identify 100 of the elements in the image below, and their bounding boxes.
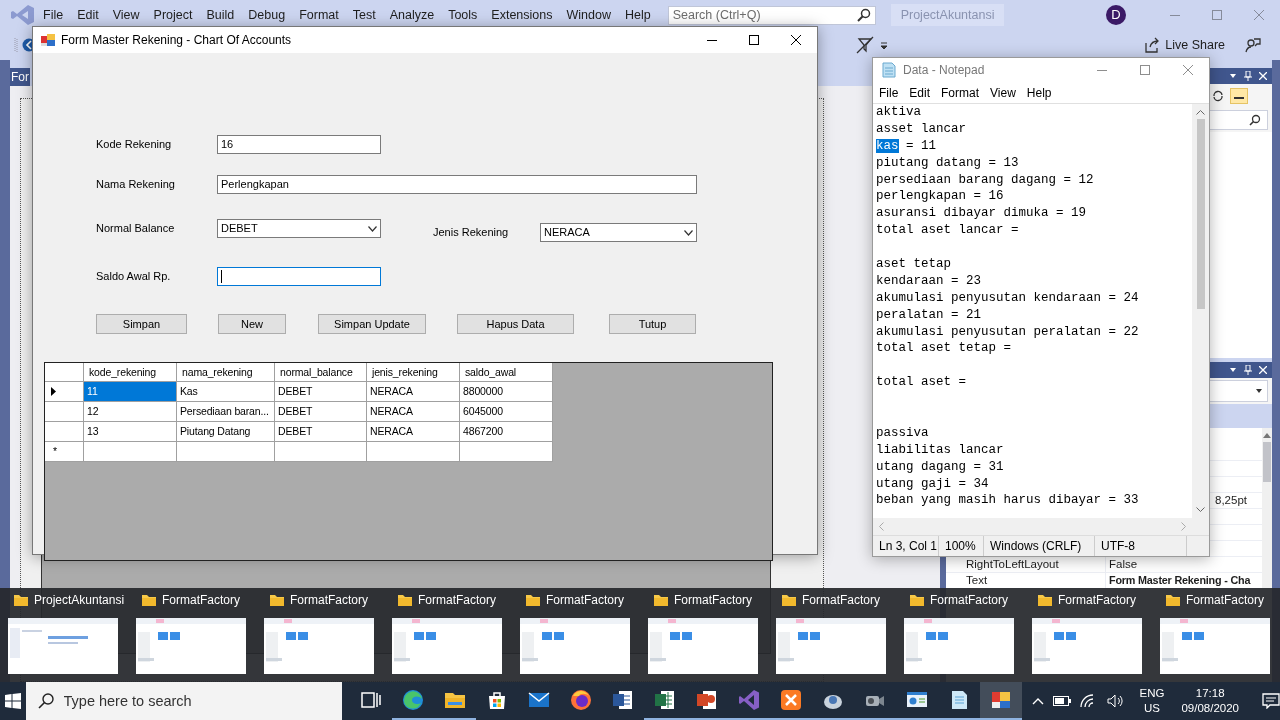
menu-item[interactable]: Window [559, 5, 618, 25]
clock-date[interactable]: 09/08/2020 [1181, 701, 1239, 716]
scroll-down-icon [1196, 507, 1205, 512]
volume-icon[interactable] [1106, 694, 1125, 708]
column-header[interactable]: saldo_awal [460, 363, 553, 382]
window-thumbnail[interactable] [776, 618, 886, 674]
text-editor[interactable]: aktiva asset lancar kas = 11 piutang datang = 13 persediaan barang dagang = 12 perlengkapan = 16 asuransi dibayar dimuka = 19 total aset lancar = aset tetap kendaraan = 23 akumulasi penyusutan kendaraan = 24 peralatan = 21 akumulasi penyusutan peralatan = 22 total aset tetap = total aset = passiva liabilitas lancar utang dagang = 31 utang gaji = 34 beban yang masih harus dibayar = 33 [873, 104, 1192, 518]
toolbar-toggle[interactable] [1230, 88, 1248, 104]
window-label[interactable]: FormatFactory [546, 593, 624, 607]
menu-item[interactable]: Edit [909, 85, 939, 100]
table-cell[interactable] [275, 442, 367, 462]
window-thumbnail[interactable] [648, 618, 758, 674]
menu-item[interactable]: Edit [70, 5, 106, 25]
menu-item[interactable]: Build [199, 5, 242, 25]
battery-icon[interactable] [1052, 696, 1071, 706]
folder-icon [1038, 593, 1052, 607]
horizontal-scrollbar[interactable] [873, 518, 1192, 535]
taskbar-button[interactable] [979, 682, 1022, 720]
window-thumbnail[interactable] [1160, 618, 1270, 674]
window-label[interactable]: FormatFactory [674, 593, 752, 607]
column-header[interactable]: nama_rekening [177, 363, 275, 382]
overflow-icon[interactable] [880, 41, 888, 49]
window-thumbnail[interactable] [520, 618, 630, 674]
table-cell[interactable] [84, 442, 177, 462]
folder-icon [270, 593, 284, 607]
property-value[interactable]: 8,25pt [1215, 494, 1247, 508]
window-thumbnail[interactable] [136, 618, 246, 674]
window-label[interactable]: FormatFactory [290, 593, 368, 607]
window-thumbnail[interactable] [264, 618, 374, 674]
folder-icon [398, 593, 412, 607]
menu-item[interactable]: Tools [441, 5, 485, 25]
window-thumbnail[interactable] [8, 618, 118, 674]
vertical-scrollbar[interactable] [1192, 104, 1209, 518]
window-label[interactable]: FormatFactory [418, 593, 496, 607]
feedback-icon[interactable] [1245, 37, 1261, 53]
folder-icon [910, 593, 924, 607]
menu-item[interactable]: View [990, 85, 1024, 100]
window-label[interactable]: ProjectAkuntansi [34, 593, 125, 607]
form-button[interactable]: Simpan [96, 314, 187, 334]
dropdown-icon[interactable] [1255, 387, 1263, 395]
form-button[interactable]: New [218, 314, 286, 334]
menu-item[interactable]: Analyze [382, 5, 442, 25]
document-icon [610, 688, 635, 712]
table-cell[interactable] [177, 442, 275, 462]
account-avatar[interactable]: D [1106, 5, 1126, 25]
window-title: Form Master Rekening - Chart Of Accounts [61, 33, 293, 47]
column-header[interactable]: jenis_rekening [367, 363, 460, 382]
menu-item[interactable]: Help [617, 5, 658, 25]
window-label[interactable]: FormatFactory [1058, 593, 1136, 607]
search-field[interactable]: Type here to search [25, 682, 342, 720]
menu-item[interactable]: File [879, 85, 907, 100]
dropdown-field[interactable]: DEBET [217, 219, 381, 238]
maximize-icon[interactable] [749, 35, 759, 45]
menu-item[interactable]: Project [146, 5, 200, 25]
window-thumbnail[interactable] [904, 618, 1014, 674]
dropdown-field[interactable]: NERACA [540, 223, 697, 242]
live-share-button[interactable]: Live Share [1144, 37, 1225, 53]
window-thumbnail[interactable] [1032, 618, 1142, 674]
menu-item[interactable]: Format [941, 85, 988, 100]
chevron-up-icon[interactable] [1031, 697, 1044, 705]
region-code[interactable]: US [1144, 701, 1160, 716]
text-field[interactable]: 16 [217, 135, 381, 154]
filter-icon[interactable] [856, 36, 874, 54]
menu-item[interactable]: Extensions [484, 5, 560, 25]
text-field[interactable]: Perlengkapan [217, 175, 697, 194]
column-header[interactable]: normal_balance [275, 363, 367, 382]
document-tab[interactable]: For [10, 68, 30, 86]
scrollbar-thumb[interactable] [1196, 119, 1205, 309]
menu-item[interactable]: View [105, 5, 147, 25]
close-icon[interactable] [791, 35, 801, 45]
search-field[interactable]: Search (Ctrl+Q) [667, 5, 876, 25]
form-button[interactable]: Simpan Update [318, 314, 426, 334]
table-cell[interactable] [460, 442, 553, 462]
sync-icon[interactable] [1212, 90, 1224, 102]
window-label[interactable]: FormatFactory [802, 593, 880, 607]
table-cell[interactable] [367, 442, 460, 462]
menu-item[interactable]: File [36, 5, 71, 25]
window-label[interactable]: FormatFactory [1186, 593, 1264, 607]
notification-icon[interactable] [1262, 693, 1280, 709]
menu-item[interactable]: Format [292, 5, 346, 25]
property-value[interactable]: False [1109, 558, 1138, 572]
window-label[interactable]: FormatFactory [162, 593, 240, 607]
window-label[interactable]: FormatFactory [930, 593, 1008, 607]
form-button[interactable]: Tutup [609, 314, 696, 334]
language-code[interactable]: ENG [1139, 686, 1165, 701]
search-icon [856, 7, 871, 22]
window-thumbnail[interactable] [392, 618, 502, 674]
vertical-scrollbar[interactable] [1262, 428, 1272, 588]
column-header[interactable]: kode_rekening [84, 363, 177, 382]
text-field[interactable] [217, 267, 381, 286]
form-button[interactable]: Hapus Data [457, 314, 574, 334]
row-header[interactable]: * [45, 442, 84, 462]
scrollbar-thumb[interactable] [1263, 442, 1271, 482]
row-header[interactable] [45, 382, 84, 402]
dropdown-icon [1229, 366, 1237, 374]
menu-item[interactable]: Help [1026, 85, 1060, 100]
property-value[interactable]: Form Master Rekening - Cha [1109, 574, 1251, 588]
clock-time[interactable]: 17:18 [1195, 686, 1225, 701]
menu-item[interactable]: Debug [241, 5, 293, 25]
menu-item[interactable]: Test [345, 5, 383, 25]
